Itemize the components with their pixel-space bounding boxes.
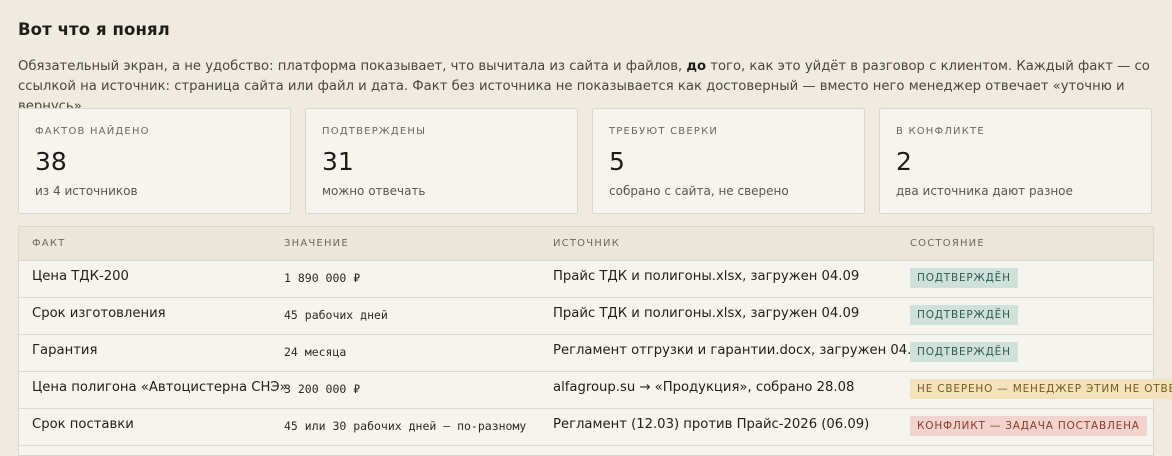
table-row[interactable]: Гарантия 24 месяца Регламент отгрузки и … <box>19 334 1153 372</box>
value-cell: 24 месяца <box>284 345 347 359</box>
fact-cell: Цена полигона «Автоцистерна СНЭ» <box>32 380 288 395</box>
status-badge: ПОДТВЕРЖДЁН <box>910 305 1018 325</box>
column-header-source: ИСТОЧНИК <box>553 238 620 249</box>
column-header-value: ЗНАЧЕНИЕ <box>284 238 349 249</box>
fact-cell: Срок поставки <box>32 417 134 432</box>
value-cell: 45 рабочих дней <box>284 308 388 322</box>
status-badge: ПОДТВЕРЖДЁН <box>910 268 1018 288</box>
stat-sub: два источника дают разное <box>896 184 1073 198</box>
stat-card-confirmed: ПОДТВЕРЖДЕНЫ 31 можно отвечать <box>305 108 578 214</box>
stat-label: ФАКТОВ НАЙДЕНО <box>35 126 150 137</box>
stat-value: 2 <box>896 147 912 176</box>
table-header: ФАКТ ЗНАЧЕНИЕ ИСТОЧНИК СОСТОЯНИЕ <box>19 227 1153 261</box>
facts-table: ФАКТ ЗНАЧЕНИЕ ИСТОЧНИК СОСТОЯНИЕ Цена ТД… <box>18 226 1172 456</box>
stat-label: ПОДТВЕРЖДЕНЫ <box>322 126 427 137</box>
table-row[interactable]: Цена полигона «Автоцистерна СНЭ» 3 200 0… <box>19 371 1172 409</box>
table-row[interactable]: Срок поставки 45 или 30 рабочих дней — п… <box>19 408 1153 446</box>
source-cell: Регламент отгрузки и гарантии.docx, загр… <box>553 343 929 358</box>
stat-value: 31 <box>322 147 354 176</box>
column-header-fact: ФАКТ <box>32 238 66 249</box>
stat-value: 5 <box>609 147 625 176</box>
stat-card-found: ФАКТОВ НАЙДЕНО 38 из 4 источников <box>18 108 291 214</box>
status-badge: ПОДТВЕРЖДЁН <box>910 342 1018 362</box>
status-badge: КОНФЛИКТ — ЗАДАЧА ПОСТАВЛЕНА <box>910 416 1147 436</box>
fact-cell: Срок изготовления <box>32 306 166 321</box>
column-header-status: СОСТОЯНИЕ <box>910 238 985 249</box>
table-row[interactable]: Цена ТДК-200 1 890 000 ₽ Прайс ТДК и пол… <box>19 260 1153 298</box>
stat-label: В КОНФЛИКТЕ <box>896 126 985 137</box>
intro-before: Обязательный экран, а не удобство: платф… <box>18 59 687 74</box>
page: Вот что я понял Обязательный экран, а не… <box>0 0 1172 456</box>
stat-label: ТРЕБУЮТ СВЕРКИ <box>609 126 719 137</box>
status-badge: НЕ СВЕРЕНО — МЕНЕДЖЕР ЭТИМ НЕ ОТВЕТИТ <box>910 379 1172 399</box>
source-cell: alfagroup.su → «Продукция», собрано 28.0… <box>553 380 855 395</box>
page-title: Вот что я понял <box>18 20 170 39</box>
source-cell: Прайс ТДК и полигоны.xlsx, загружен 04.0… <box>553 306 860 321</box>
stat-value: 38 <box>35 147 67 176</box>
intro-bold: до <box>686 59 707 74</box>
value-cell: 3 200 000 ₽ <box>284 382 361 396</box>
stat-card-conflict: В КОНФЛИКТЕ 2 два источника дают разное <box>879 108 1152 214</box>
source-cell: Прайс ТДК и полигоны.xlsx, загружен 04.0… <box>553 269 860 284</box>
source-cell: Регламент (12.03) против Прайс-2026 (06.… <box>553 417 870 432</box>
stat-card-needs-check: ТРЕБУЮТ СВЕРКИ 5 собрано с сайта, не све… <box>592 108 865 214</box>
table-row[interactable]: Срок изготовления 45 рабочих дней Прайс … <box>19 297 1153 335</box>
stat-sub: из 4 источников <box>35 184 138 198</box>
stat-sub: можно отвечать <box>322 184 426 198</box>
fact-cell: Гарантия <box>32 343 98 358</box>
value-cell: 45 или 30 рабочих дней — по-разному <box>284 419 527 433</box>
fact-cell: Цена ТДК-200 <box>32 269 129 284</box>
stats-cards: ФАКТОВ НАЙДЕНО 38 из 4 источников ПОДТВЕ… <box>18 108 1153 215</box>
value-cell: 1 890 000 ₽ <box>284 271 361 285</box>
stat-sub: собрано с сайта, не сверено <box>609 184 789 198</box>
